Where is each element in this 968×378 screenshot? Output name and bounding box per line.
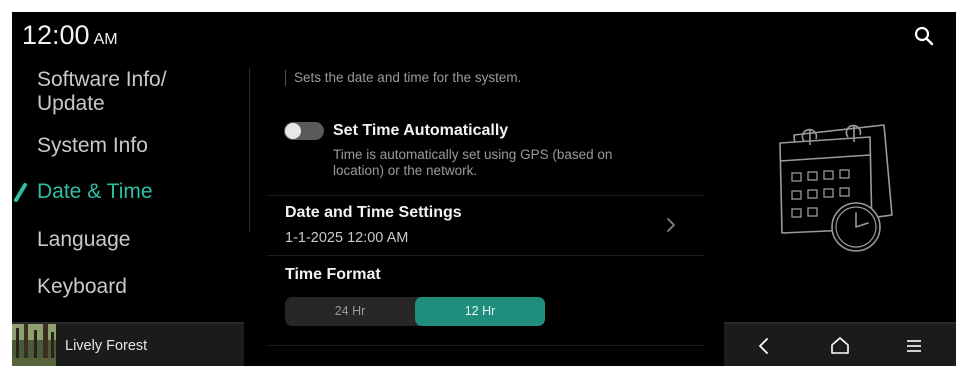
- menu-icon[interactable]: [902, 334, 926, 358]
- sidebar-item-label: Language: [37, 228, 131, 251]
- toggle-knob: [285, 123, 301, 139]
- chevron-right-icon: [667, 218, 675, 232]
- time-format-12hr-option[interactable]: 12 Hr: [415, 297, 545, 326]
- date-time-settings-row[interactable]: Date and Time Settings 1-1-2025 12:00 AM: [267, 196, 704, 254]
- sidebar-item-label: Keyboard: [37, 275, 127, 298]
- active-indicator: [14, 183, 27, 202]
- time-format-segmented-control: 24 Hr 12 Hr: [285, 297, 545, 326]
- sidebar-item-label: System Info: [37, 134, 148, 157]
- time-format-title: Time Format: [285, 266, 381, 283]
- search-icon[interactable]: [912, 24, 936, 48]
- sidebar-item-label: Date & Time: [37, 180, 153, 203]
- calendar-clock-icon: [779, 124, 893, 252]
- page-description: Sets the date and time for the system.: [294, 70, 522, 85]
- media-title: Lively Forest: [65, 338, 148, 354]
- media-player-bar[interactable]: Lively Forest: [12, 322, 244, 366]
- sidebar-divider: [249, 68, 250, 232]
- clock-ampm: AM: [93, 31, 118, 48]
- date-time-settings-value: 1-1-2025 12:00 AM: [285, 230, 409, 246]
- album-art-forest: [12, 324, 56, 366]
- settings-screen: 12:00 AM Software Info/ Update System Inf…: [12, 12, 956, 366]
- back-icon[interactable]: [752, 334, 776, 358]
- description-bar: [285, 70, 286, 86]
- sidebar-item-software-info[interactable]: Software Info/ Update: [37, 68, 167, 116]
- time-format-24hr-option[interactable]: 24 Hr: [285, 297, 415, 326]
- sidebar-item-language[interactable]: Language: [37, 228, 130, 252]
- set-time-automatically-toggle[interactable]: [284, 122, 324, 140]
- divider: [267, 255, 704, 256]
- sidebar-item-label-line2: Update: [37, 92, 105, 115]
- divider: [267, 345, 704, 346]
- date-time-settings-title: Date and Time Settings: [285, 204, 462, 221]
- navigation-bar: [724, 322, 956, 366]
- set-time-automatically-description: Time is automatically set using GPS (bas…: [333, 147, 613, 178]
- status-clock: 12:00 AM: [22, 20, 118, 51]
- set-time-automatically-label: Set Time Automatically: [333, 122, 509, 139]
- sidebar-item-label: Software Info/: [37, 68, 167, 91]
- clock-time: 12:00: [22, 20, 90, 50]
- sidebar-item-system-info[interactable]: System Info: [37, 134, 148, 158]
- home-icon[interactable]: [828, 334, 852, 358]
- sidebar-item-keyboard[interactable]: Keyboard: [37, 275, 127, 299]
- sidebar-item-date-time[interactable]: Date & Time: [37, 180, 153, 204]
